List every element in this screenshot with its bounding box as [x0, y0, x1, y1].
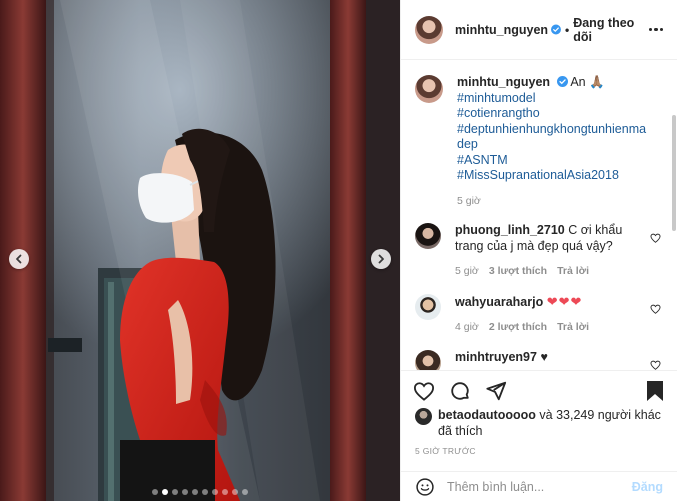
comment-item: phuong_linh_2710 C ơi khẩu trang của j m… [415, 223, 663, 280]
comment-meta: 4 giờ 2 lượt thích Trả lời [455, 320, 633, 336]
post-caption: minhtu_nguyen An 🙏🏽 #minhtumodel #cotien… [415, 75, 663, 209]
carousel-dot [172, 489, 178, 495]
carousel-indicator [0, 489, 400, 495]
header-separator: • [565, 22, 570, 37]
like-heart-icon[interactable] [413, 381, 435, 401]
comment-username[interactable]: phuong_linh_2710 [455, 223, 565, 237]
comment-body: phuong_linh_2710 C ơi khẩu trang của j m… [455, 223, 633, 280]
next-photo-button[interactable] [371, 249, 391, 269]
commenter-avatar[interactable] [415, 223, 441, 249]
share-paper-plane-icon[interactable] [485, 380, 507, 402]
carousel-dot [232, 489, 238, 495]
photo-scene [0, 0, 400, 501]
liker-avatar[interactable] [415, 408, 432, 425]
carousel-dot [202, 489, 208, 495]
caption-username[interactable]: minhtu_nguyen [457, 75, 550, 89]
caption-body: minhtu_nguyen An 🙏🏽 #minhtumodel #cotien… [457, 75, 647, 209]
hashtag-link[interactable]: #cotienrangtho [457, 106, 540, 120]
more-options-button[interactable] [648, 24, 663, 36]
chevron-right-icon [378, 254, 384, 264]
carousel-dot [212, 489, 218, 495]
verified-badge-icon [556, 76, 568, 87]
carousel-dot [222, 489, 228, 495]
commenter-avatar[interactable] [415, 349, 441, 370]
reply-button[interactable]: Trả lời [557, 320, 589, 336]
carousel-dot [162, 489, 168, 495]
likes-suffix: đã thích [438, 423, 483, 438]
comments-scrollbar[interactable] [671, 61, 677, 370]
like-comment-icon[interactable] [650, 304, 661, 314]
comment-text: ❤❤❤ [546, 293, 583, 309]
carousel-dot [242, 489, 248, 495]
author-avatar[interactable] [415, 15, 443, 44]
comment-item: minhtruyen97 ♥ [415, 349, 663, 371]
reply-button[interactable]: Trả lời [557, 264, 589, 280]
comment-likes[interactable]: 3 lượt thích [489, 264, 547, 280]
comment-body: wahyuaraharjo ❤❤❤ 4 giờ 2 lượt thích Trả… [455, 294, 633, 336]
carousel-dot [192, 489, 198, 495]
post-photo[interactable] [0, 0, 400, 501]
likes-text: betaodautooooo và 33,249 người khác đã t… [438, 408, 661, 439]
commenter-avatar[interactable] [415, 293, 441, 320]
comments-list[interactable]: minhtu_nguyen An 🙏🏽 #minhtumodel #cotien… [401, 61, 677, 370]
instagram-post: minhtu_nguyen • Đang theo dõi minhtu_ngu… [0, 0, 677, 501]
hashtag-link[interactable]: #deptunhienhungkhongtunhienmadep [457, 122, 647, 153]
liker-username[interactable]: betaodautooooo [438, 408, 536, 422]
caption-text: An 🙏🏽 [570, 75, 605, 89]
carousel-dot [182, 489, 188, 495]
caption-time: 5 giờ [457, 194, 481, 207]
like-comment-icon[interactable] [650, 233, 661, 243]
hashtag-link[interactable]: #MissSupranationalAsia2018 [457, 168, 647, 184]
post-timestamp[interactable]: 5 GIỜ TRƯỚC [415, 446, 476, 456]
comment-username[interactable]: minhtruyen97 [455, 350, 537, 364]
carousel-dot [152, 489, 158, 495]
hashtag-link[interactable]: #minhtumodel [457, 91, 647, 107]
dot-icon [654, 27, 658, 32]
likes-summary: betaodautooooo và 33,249 người khác đã t… [415, 408, 670, 439]
dot-icon [648, 27, 652, 32]
like-comment-icon[interactable] [650, 360, 661, 370]
post-sidebar: minhtu_nguyen • Đang theo dõi minhtu_ngu… [400, 0, 677, 501]
bookmark-icon[interactable] [645, 380, 665, 402]
comment-likes[interactable]: 2 lượt thích [489, 320, 547, 336]
following-button[interactable]: Đang theo dõi [573, 16, 648, 44]
action-bar [401, 370, 677, 410]
comment-body: minhtruyen97 ♥ [455, 350, 633, 371]
author-username[interactable]: minhtu_nguyen [455, 23, 548, 37]
scrollbar-thumb[interactable] [672, 115, 676, 231]
dot-icon [659, 27, 663, 32]
verified-badge-icon [551, 24, 561, 35]
chevron-left-icon [16, 254, 22, 264]
add-comment-bar: Thêm bình luận... Đăng [401, 471, 677, 501]
comment-input[interactable]: Thêm bình luận... [447, 480, 632, 494]
comment-text: ♥ [540, 349, 548, 364]
comment-time: 5 giờ [455, 265, 479, 277]
previous-photo-button[interactable] [9, 249, 29, 269]
likes-connector[interactable]: và 33,249 người khác [539, 408, 661, 422]
hashtag-link[interactable]: #ASNTM [457, 153, 647, 169]
comment-username[interactable]: wahyuaraharjo [455, 295, 543, 309]
comment-item: wahyuaraharjo ❤❤❤ 4 giờ 2 lượt thích Trả… [415, 293, 663, 336]
comment-bubble-icon[interactable] [449, 380, 471, 402]
post-comment-button[interactable]: Đăng [632, 480, 663, 494]
comment-time: 4 giờ [455, 321, 479, 333]
post-header: minhtu_nguyen • Đang theo dõi [401, 0, 677, 60]
emoji-smiley-icon[interactable] [415, 477, 435, 497]
author-avatar[interactable] [415, 75, 443, 103]
comment-meta: 5 giờ 3 lượt thích Trả lời [455, 264, 633, 280]
